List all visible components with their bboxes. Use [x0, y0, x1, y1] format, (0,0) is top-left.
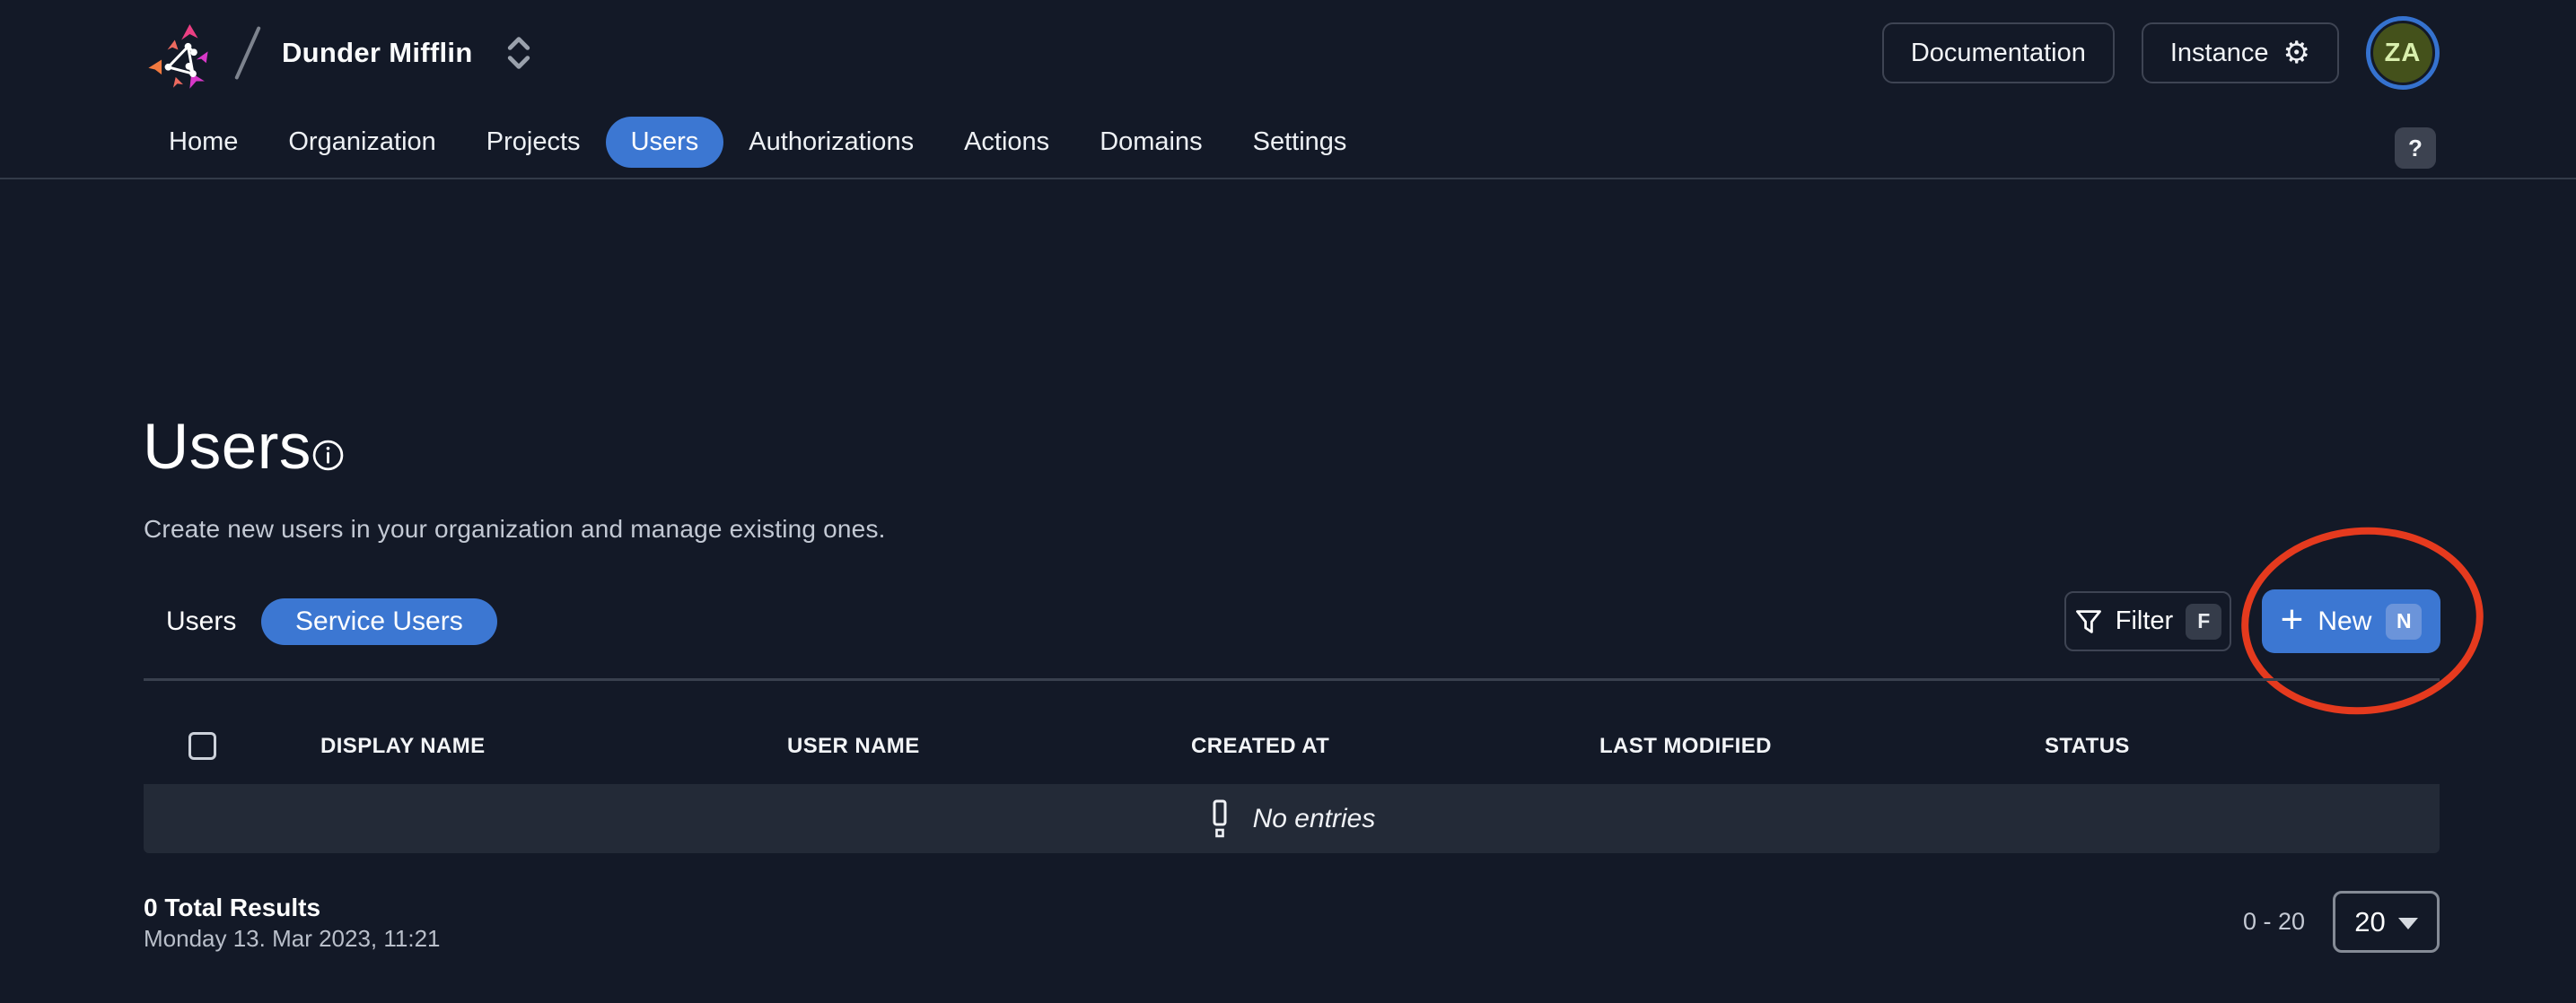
page-size-value: 20 [2354, 906, 2385, 938]
unfold-chevrons-icon [504, 34, 534, 72]
column-header-status[interactable]: STATUS [2045, 734, 2130, 759]
filter-funnel-icon [2074, 607, 2103, 636]
main-content: Users Create new users in your organizat… [0, 179, 2576, 1003]
org-name[interactable]: Dunder Mifflin [282, 37, 473, 69]
tab-users[interactable]: Users [166, 598, 236, 645]
gear-icon: ⚙ [2283, 38, 2310, 68]
new-button[interactable]: + New N [2262, 589, 2440, 653]
query-timestamp: Monday 13. Mar 2023, 11:21 [144, 925, 441, 953]
documentation-button[interactable]: Documentation [1882, 22, 2115, 83]
page-size-select[interactable]: 20 [2333, 891, 2440, 953]
column-header-user-name[interactable]: USER NAME [787, 734, 920, 759]
nav-item-actions[interactable]: Actions [939, 117, 1074, 168]
user-avatar[interactable]: ZA [2366, 16, 2440, 90]
breadcrumb-slash-separator [234, 26, 261, 80]
new-shortcut-badge: N [2386, 604, 2422, 640]
filter-label: Filter [2116, 606, 2173, 636]
help-button[interactable]: ? [2395, 127, 2436, 169]
empty-state-text: No entries [1253, 804, 1376, 834]
avatar-initials: ZA [2373, 23, 2432, 83]
filter-shortcut-badge: F [2186, 604, 2221, 640]
org-switcher-button[interactable] [504, 34, 534, 72]
zitadel-logo-icon[interactable] [142, 10, 224, 96]
nav-item-organization[interactable]: Organization [263, 117, 460, 168]
nav-item-home[interactable]: Home [144, 117, 263, 168]
page-title: Users [143, 411, 311, 484]
filter-button[interactable]: Filter F [2064, 591, 2231, 651]
exclamation-icon [1208, 799, 1231, 839]
nav-item-authorizations[interactable]: Authorizations [723, 117, 939, 168]
main-nav: Home Organization Projects Users Authori… [0, 106, 2576, 179]
page-subtitle: Create new users in your organization an… [144, 515, 886, 544]
pagination-range: 0 - 20 [2243, 908, 2305, 936]
top-bar-right: Documentation Instance ⚙ ZA [1882, 0, 2440, 106]
tab-service-users[interactable]: Service Users [261, 598, 497, 645]
top-bar-left: Dunder Mifflin [142, 0, 534, 106]
nav-item-users[interactable]: Users [606, 117, 724, 168]
instance-button[interactable]: Instance ⚙ [2142, 22, 2339, 83]
top-bar: Dunder Mifflin Documentation Instance ⚙ … [0, 0, 2576, 106]
documentation-label: Documentation [1911, 39, 2086, 68]
instance-label: Instance [2170, 39, 2269, 68]
total-results: 0 Total Results [144, 894, 320, 922]
column-header-created-at[interactable]: CREATED AT [1191, 734, 1329, 759]
toolbar-divider [144, 678, 2440, 681]
new-label: New [2318, 606, 2371, 637]
nav-item-projects[interactable]: Projects [461, 117, 606, 168]
column-header-display-name[interactable]: DISPLAY NAME [320, 734, 486, 759]
select-all-checkbox[interactable] [188, 732, 216, 760]
empty-table-row: No entries [144, 784, 2440, 853]
nav-item-settings[interactable]: Settings [1228, 117, 1372, 168]
info-icon[interactable] [311, 439, 345, 472]
nav-item-domains[interactable]: Domains [1074, 117, 1227, 168]
caret-down-icon [2398, 918, 2418, 929]
column-header-last-modified[interactable]: LAST MODIFIED [1599, 734, 1772, 759]
